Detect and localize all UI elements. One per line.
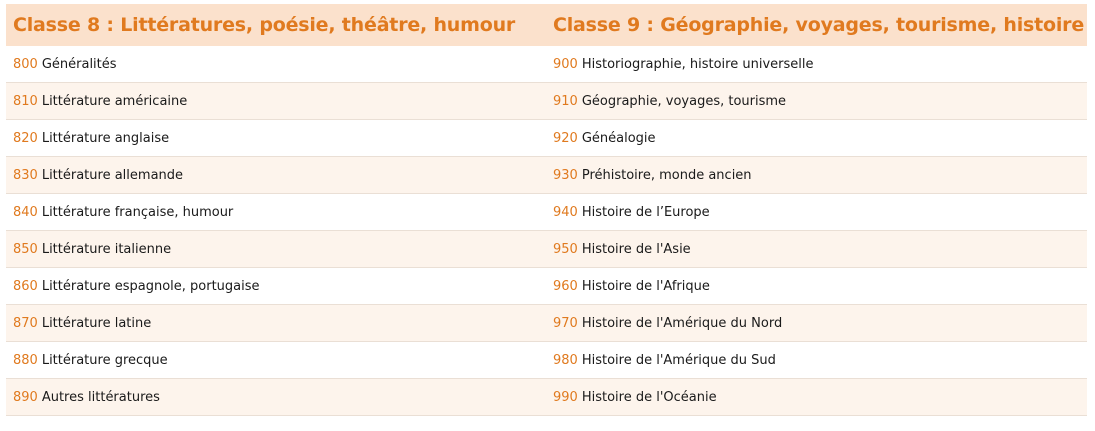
class-label: Préhistoire, monde ancien	[581, 167, 752, 183]
classification-table: Classe 8 : Littératures, poésie, théâtre…	[6, 4, 1087, 416]
table-row: 880 Littérature grecque	[6, 342, 547, 379]
class-code: 830	[13, 167, 38, 183]
class-code: 870	[13, 315, 38, 331]
class-label: Littérature grecque	[41, 352, 168, 368]
table-row: 970 Histoire de l'Amérique du Nord	[547, 305, 1087, 342]
class-label: Généralités	[41, 56, 117, 72]
table-row: 800 Généralités	[6, 46, 547, 83]
class-label: Histoire de l'Amérique du Nord	[581, 315, 783, 331]
class-label: Géographie, voyages, tourisme	[581, 93, 787, 109]
class-code: 990	[553, 389, 578, 405]
class-label: Histoire de l'Asie	[581, 241, 691, 257]
class-code: 850	[13, 241, 38, 257]
class-8-header: Classe 8 : Littératures, poésie, théâtre…	[6, 4, 547, 46]
class-label: Histoire de l'Amérique du Sud	[581, 352, 776, 368]
table-row: 890 Autres littératures	[6, 379, 547, 416]
table-row: 980 Histoire de l'Amérique du Sud	[547, 342, 1087, 379]
class-label: Littérature latine	[41, 315, 152, 331]
table-row: 830 Littérature allemande	[6, 157, 547, 194]
class-code: 930	[553, 167, 578, 183]
class-code: 900	[553, 56, 578, 72]
class-label: Littérature anglaise	[41, 130, 170, 146]
class-label: Autres littératures	[41, 389, 160, 405]
class-label: Littérature allemande	[41, 167, 184, 183]
class-code: 940	[553, 204, 578, 220]
table-row: 850 Littérature italienne	[6, 231, 547, 268]
class-label: Littérature américaine	[41, 93, 188, 109]
class-code: 890	[13, 389, 38, 405]
class-code: 910	[553, 93, 578, 109]
table-row: 900 Historiographie, histoire universelle	[547, 46, 1087, 83]
table-row: 870 Littérature latine	[6, 305, 547, 342]
table-row: 810 Littérature américaine	[6, 83, 547, 120]
class-code: 920	[553, 130, 578, 146]
class-code: 980	[553, 352, 578, 368]
class-label: Histoire de l’Europe	[581, 204, 710, 220]
class-code: 800	[13, 56, 38, 72]
class-9-header: Classe 9 : Géographie, voyages, tourisme…	[547, 4, 1087, 46]
table-row: 820 Littérature anglaise	[6, 120, 547, 157]
table-row: 990 Histoire de l'Océanie	[547, 379, 1087, 416]
table-row: 860 Littérature espagnole, portugaise	[6, 268, 547, 305]
table-row: 950 Histoire de l'Asie	[547, 231, 1087, 268]
class-label: Histoire de l'Océanie	[581, 389, 717, 405]
class-code: 860	[13, 278, 38, 294]
class-code: 840	[13, 204, 38, 220]
class-label: Historiographie, histoire universelle	[581, 56, 814, 72]
class-label: Littérature italienne	[41, 241, 172, 257]
table-row: 940 Histoire de l’Europe	[547, 194, 1087, 231]
table-row: 910 Géographie, voyages, tourisme	[547, 83, 1087, 120]
table-row: 920 Généalogie	[547, 120, 1087, 157]
table-row: 840 Littérature française, humour	[6, 194, 547, 231]
class-code: 820	[13, 130, 38, 146]
class-label: Littérature française, humour	[41, 204, 234, 220]
class-label: Histoire de l'Afrique	[581, 278, 710, 294]
table-row: 960 Histoire de l'Afrique	[547, 268, 1087, 305]
class-code: 810	[13, 93, 38, 109]
class-label: Généalogie	[581, 130, 656, 146]
class-label: Littérature espagnole, portugaise	[41, 278, 260, 294]
table-grid: Classe 8 : Littératures, poésie, théâtre…	[6, 4, 1087, 416]
class-code: 970	[553, 315, 578, 331]
class-code: 880	[13, 352, 38, 368]
class-code: 960	[553, 278, 578, 294]
class-code: 950	[553, 241, 578, 257]
table-row: 930 Préhistoire, monde ancien	[547, 157, 1087, 194]
